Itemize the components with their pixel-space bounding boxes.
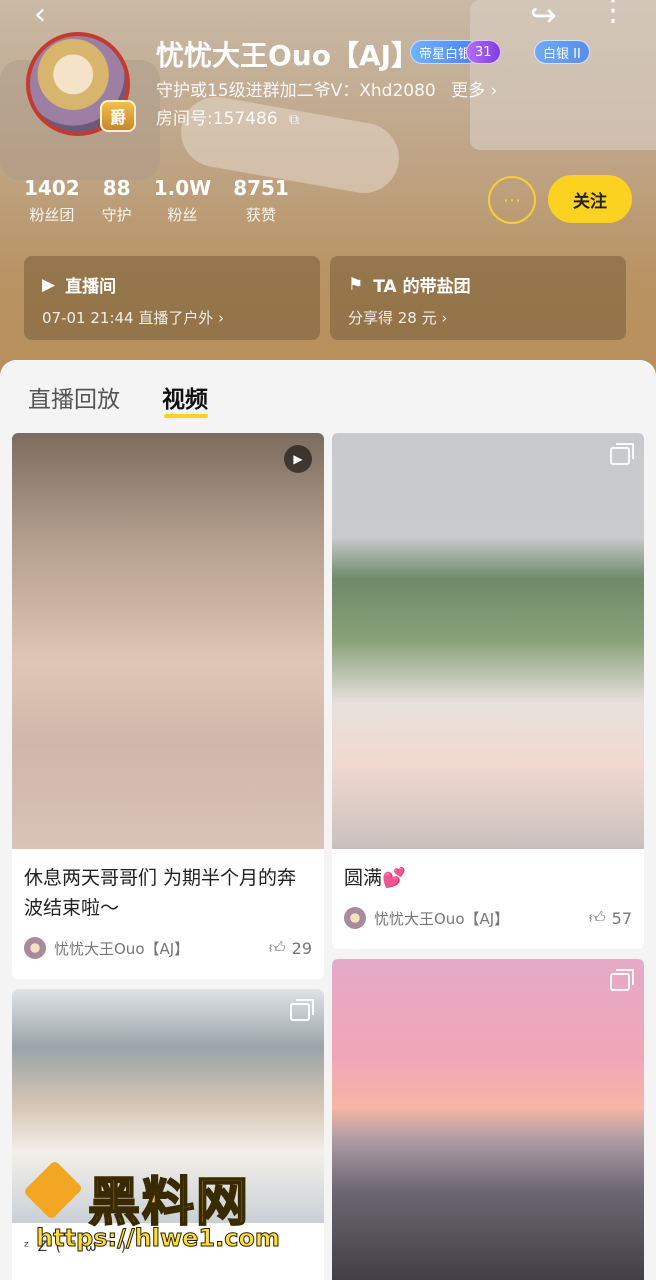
rank-badge-icon: 爵 (100, 100, 136, 132)
active-tab-indicator (164, 414, 208, 418)
video-likes: 29 (291, 938, 312, 958)
thumbs-up-icon[interactable]: 👍︎ (269, 938, 286, 958)
salt-group-label: TA 的带盐团 (373, 277, 471, 297)
author-avatar (24, 937, 46, 959)
video-author: 忧忧大王Ouo【AJ】 (374, 909, 510, 928)
share-icon[interactable]: ↪ (530, 0, 557, 31)
video-card[interactable] (332, 959, 644, 1280)
background-shape (470, 0, 656, 150)
video-card[interactable]: ▶ 休息两天哥哥们 为期半个月的奔波结束啦～ 忧忧大王Ouo【AJ】 👍︎ 29 (12, 433, 324, 979)
stat-value: 88 (102, 176, 131, 200)
video-thumbnail[interactable] (332, 433, 644, 849)
video-thumbnail[interactable] (12, 433, 324, 849)
salt-group-title: ⚑ TA 的带盐团 (348, 272, 608, 298)
video-title: 圆满💕 (344, 867, 406, 889)
tab-videos[interactable]: 视频 (162, 380, 208, 414)
live-room-card[interactable]: ▶ 直播间 07-01 21:44 直播了户外 › (24, 256, 320, 340)
stat-value: 1.0W (153, 176, 212, 200)
salt-group-card[interactable]: ⚑ TA 的带盐团 分享得 28 元 › (330, 256, 626, 340)
video-card[interactable]: 圆满💕 忧忧大王Ouo【AJ】 👍︎ 57 (332, 433, 644, 949)
watermark-url: https://hlwe1.com (36, 1224, 281, 1253)
stat-value: 1402 (24, 176, 80, 200)
room-number-text: 房间号:157486 (156, 109, 278, 129)
more-options-icon[interactable]: ⋮ (598, 0, 628, 26)
author-avatar (344, 907, 366, 929)
thumbs-up-icon[interactable]: 👍︎ (589, 908, 606, 928)
fan-level-badge-icon[interactable]: 31 (466, 40, 501, 64)
video-title: 休息两天哥哥们 为期半个月的奔波结束啦～ (24, 867, 297, 919)
album-icon (610, 969, 634, 991)
watermark-logo-icon (23, 1160, 83, 1220)
back-icon[interactable]: ‹ (34, 0, 46, 30)
live-room-title: ▶ 直播间 (42, 272, 302, 298)
video-likes: 57 (611, 908, 632, 928)
stat-followers[interactable]: 1.0W 粉丝 (154, 176, 212, 225)
stat-likes[interactable]: 8751 获赞 (233, 176, 289, 225)
intro-text: 守护或15级进群加二爷V：Xhd2080 (156, 81, 436, 101)
video-meta: 忧忧大王Ouo【AJ】 👍︎ 57 (344, 907, 632, 929)
message-button[interactable]: ⋯ (488, 176, 536, 224)
stat-label: 获赞 (246, 206, 277, 224)
follow-button[interactable]: 关注 (548, 175, 632, 223)
profile-stats: 1402 粉丝团 88 守护 1.0W 粉丝 8751 获赞 (24, 176, 289, 225)
video-camera-icon: ▶ (42, 274, 56, 295)
video-meta: 忧忧大王Ouo【AJ】 👍︎ 29 (24, 937, 312, 959)
room-number: 房间号:157486 ⧉ (156, 104, 299, 129)
play-icon: ▶ (284, 445, 312, 473)
album-icon (610, 443, 634, 465)
profile-intro[interactable]: 守护或15级进群加二爷V：Xhd2080 更多 › (156, 76, 497, 101)
stat-guardians[interactable]: 88 守护 (102, 176, 132, 225)
username: 忧忧大王Ouo【AJ】 (156, 39, 420, 72)
rank-tier-badge-icon[interactable]: 白银 II (534, 40, 590, 64)
stat-label: 粉丝 (167, 206, 198, 224)
stat-label: 粉丝团 (29, 206, 75, 224)
album-icon (290, 999, 314, 1021)
live-room-subtitle: 07-01 21:44 直播了户外 › (42, 309, 225, 327)
salt-group-subtitle: 分享得 28 元 › (348, 309, 448, 327)
live-room-label: 直播间 (65, 277, 117, 297)
flag-icon: ⚑ (348, 274, 364, 295)
watermark: 黑料网 https://hlwe1.com (14, 1160, 314, 1253)
video-author: 忧忧大王Ouo【AJ】 (54, 939, 190, 958)
stat-value: 8751 (233, 176, 289, 200)
tab-live-replay[interactable]: 直播回放 (28, 380, 120, 414)
stat-label: 守护 (101, 206, 132, 224)
intro-more-link[interactable]: 更多 › (451, 81, 497, 101)
stat-fan-club[interactable]: 1402 粉丝团 (24, 176, 80, 225)
copy-icon[interactable]: ⧉ (289, 112, 299, 128)
chat-icon: ⋯ (503, 189, 521, 211)
video-thumbnail[interactable] (332, 959, 644, 1280)
